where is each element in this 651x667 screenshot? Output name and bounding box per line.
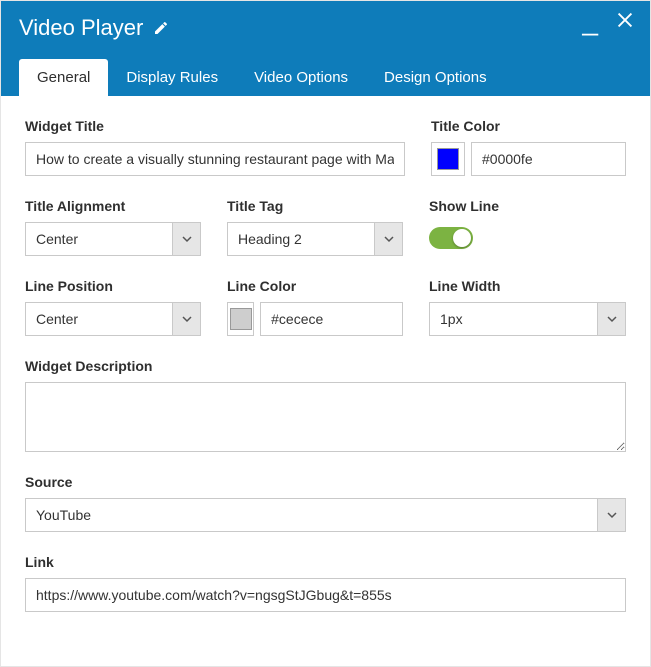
tab-bar: General Display Rules Video Options Desi… [19,59,632,96]
link-label: Link [25,554,626,570]
show-line-toggle[interactable] [429,227,473,249]
source-label: Source [25,474,626,490]
chevron-down-icon [597,499,625,531]
toggle-knob [453,229,471,247]
title-tag-label: Title Tag [227,198,403,214]
source-select[interactable]: YouTube [25,498,626,532]
close-button[interactable] [614,9,636,36]
tab-video-options[interactable]: Video Options [236,59,366,96]
widget-description-label: Widget Description [25,358,626,374]
line-color-label: Line Color [227,278,403,294]
show-line-label: Show Line [429,198,626,214]
title-color-swatch-button[interactable] [431,142,465,176]
title-tag-value: Heading 2 [228,223,374,255]
dialog-title: Video Player [19,15,143,41]
title-tag-select[interactable]: Heading 2 [227,222,403,256]
dialog-body: Widget Title Title Color Title Alignment… [1,96,650,641]
line-color-input[interactable] [260,302,403,336]
title-alignment-select[interactable]: Center [25,222,201,256]
widget-description-textarea[interactable] [25,382,626,452]
line-position-label: Line Position [25,278,201,294]
widget-title-input[interactable] [25,142,405,176]
edit-title-icon[interactable] [153,20,169,36]
chevron-down-icon [172,223,200,255]
title-color-swatch [437,148,459,170]
tab-display-rules[interactable]: Display Rules [108,59,236,96]
title-color-label: Title Color [431,118,626,134]
widget-title-label: Widget Title [25,118,405,134]
link-input[interactable] [25,578,626,612]
tab-design-options[interactable]: Design Options [366,59,505,96]
chevron-down-icon [172,303,200,335]
chevron-down-icon [374,223,402,255]
line-color-swatch [230,308,252,330]
chevron-down-icon [597,303,625,335]
line-position-select[interactable]: Center [25,302,201,336]
line-position-value: Center [26,303,172,335]
line-width-value: 1px [430,303,597,335]
line-color-swatch-button[interactable] [227,302,254,336]
tab-general[interactable]: General [19,59,108,96]
dialog-header: Video Player _ General Display Rules Vid… [1,1,650,96]
title-color-input[interactable] [471,142,626,176]
title-alignment-label: Title Alignment [25,198,201,214]
source-value: YouTube [26,499,597,531]
line-width-label: Line Width [429,278,626,294]
title-alignment-value: Center [26,223,172,255]
line-width-select[interactable]: 1px [429,302,626,336]
